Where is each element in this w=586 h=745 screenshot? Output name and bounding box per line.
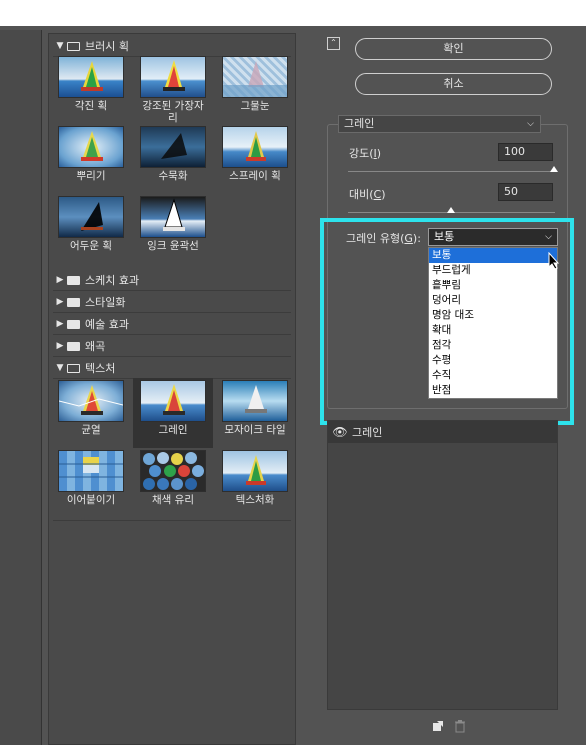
thumb-sprayed-strokes[interactable]: 스프레이 획 [215, 126, 295, 182]
expand-triangle-icon: ▶ [56, 275, 64, 285]
category-distort[interactable]: ▶ 왜곡 [53, 336, 291, 357]
layer-actions [432, 720, 466, 733]
thumb-label: 모자이크 타일 [224, 424, 286, 436]
category-artistic[interactable]: ▶ 예술 효과 [53, 314, 291, 335]
category-label: 예술 효과 [85, 318, 129, 331]
thumb-sumi-e[interactable]: 수묵화 [133, 126, 213, 182]
gallery-scroll-gap [296, 33, 319, 745]
eye-icon[interactable]: 👁 [328, 425, 352, 439]
expand-triangle-icon: ▼ [56, 363, 64, 373]
thumb-label: 이어붙이기 [66, 494, 116, 506]
thumb-angled-strokes[interactable]: 각진 획 [51, 56, 131, 112]
folder-icon [67, 275, 80, 285]
folder-open-icon [67, 363, 80, 373]
thumb-label: 잉크 윤곽선 [147, 240, 199, 252]
thumb-label: 균열 [81, 424, 101, 436]
intensity-slider-handle[interactable] [550, 166, 558, 172]
thumb-craquelure[interactable]: 균열 [51, 380, 131, 436]
chevron-down-icon: ⌵ [527, 119, 534, 129]
intensity-label: 강도(I) [349, 147, 382, 160]
category-label: 스케치 효과 [85, 274, 140, 287]
category-label: 브러시 획 [85, 40, 129, 53]
thumb-image [140, 126, 206, 168]
thumb-image [222, 126, 288, 168]
folder-open-icon [67, 41, 80, 51]
highlight-box [320, 218, 574, 425]
expand-triangle-icon: ▼ [56, 41, 64, 51]
thumb-spatter[interactable]: 뿌리기 [51, 126, 131, 182]
thumb-dark-strokes[interactable]: 어두운 획 [51, 196, 131, 252]
thumb-image [58, 56, 124, 98]
contrast-input[interactable]: 50 [498, 183, 553, 201]
expand-triangle-icon: ▶ [56, 297, 64, 307]
thumb-label: 텍스처화 [235, 494, 275, 506]
thumb-label: 그레인 [158, 424, 188, 436]
thumb-image [58, 196, 124, 238]
thumb-image [222, 450, 288, 492]
thumb-image [58, 126, 124, 168]
folder-icon [67, 319, 80, 329]
category-stylize[interactable]: ▶ 스타일화 [53, 292, 291, 313]
thumb-mosaic-tiles[interactable]: 모자이크 타일 [215, 380, 295, 436]
preview-area[interactable] [0, 30, 42, 745]
thumb-label: 뿌리기 [76, 170, 106, 182]
thumb-texturizer[interactable]: 텍스처화 [215, 450, 295, 506]
thumb-image [222, 56, 288, 98]
folder-icon [67, 297, 80, 307]
thumb-image [140, 450, 206, 492]
thumb-image [140, 56, 206, 98]
expand-triangle-icon: ▶ [56, 319, 64, 329]
category-label: 스타일화 [85, 296, 126, 309]
category-sketch[interactable]: ▶ 스케치 효과 [53, 270, 291, 291]
category-label: 텍스처 [85, 362, 116, 375]
contrast-slider-handle[interactable] [447, 207, 455, 213]
thumb-grain[interactable]: 그레인 [133, 378, 213, 448]
filter-select[interactable]: 그레인 ⌵ [338, 115, 541, 133]
thumb-accented-edges[interactable]: 강조된 가장자 리 [133, 56, 213, 124]
cancel-button[interactable]: 취소 [355, 73, 552, 95]
category-label: 왜곡 [85, 340, 106, 353]
thumb-ink-outlines[interactable]: 잉크 윤곽선 [133, 196, 213, 252]
folder-icon [67, 341, 80, 351]
thumb-label: 스프레이 획 [229, 170, 281, 182]
thumb-image [140, 380, 206, 422]
thumb-image [58, 380, 124, 422]
filter-select-value: 그레인 [344, 117, 375, 130]
expand-triangle-icon: ▶ [56, 341, 64, 351]
effect-layer-row[interactable]: 👁 그레인 [328, 421, 557, 443]
new-effect-layer-icon[interactable] [432, 720, 444, 732]
ok-button[interactable]: 확인 [355, 38, 552, 60]
filter-gallery: ▼ 브러시 획 각진 획 강조된 가장자 리 그물눈 뿌리기 수묵화 스프레이 … [48, 33, 296, 745]
thumb-stained-glass[interactable]: 채색 유리 [133, 450, 213, 506]
thumb-label: 강조된 가장자 리 [142, 100, 204, 124]
thumb-label: 각진 획 [74, 100, 108, 112]
thumb-image [222, 380, 288, 422]
gallery-divider [53, 520, 291, 521]
trash-icon[interactable] [454, 720, 466, 733]
intensity-input[interactable]: 100 [498, 143, 553, 161]
thumb-crosshatch[interactable]: 그물눈 [215, 56, 295, 112]
thumb-label: 수묵화 [158, 170, 188, 182]
thumb-label: 채색 유리 [152, 494, 194, 506]
category-texture[interactable]: ▼ 텍스처 [53, 358, 291, 379]
effect-layers-panel: 👁 그레인 [327, 420, 558, 710]
thumb-image [58, 450, 124, 492]
contrast-label: 대비(C) [349, 188, 386, 201]
thumb-label: 그물눈 [240, 100, 270, 112]
collapse-gallery-icon[interactable]: ⌃ [327, 37, 340, 50]
window-top-bar [0, 0, 586, 26]
category-brush-strokes[interactable]: ▼ 브러시 획 [53, 36, 291, 57]
thumb-patchwork[interactable]: 이어붙이기 [51, 450, 131, 506]
intensity-slider-track[interactable] [348, 171, 555, 172]
thumb-label: 어두운 획 [70, 240, 112, 252]
effect-layer-name: 그레인 [352, 426, 383, 439]
thumb-image [140, 196, 206, 238]
